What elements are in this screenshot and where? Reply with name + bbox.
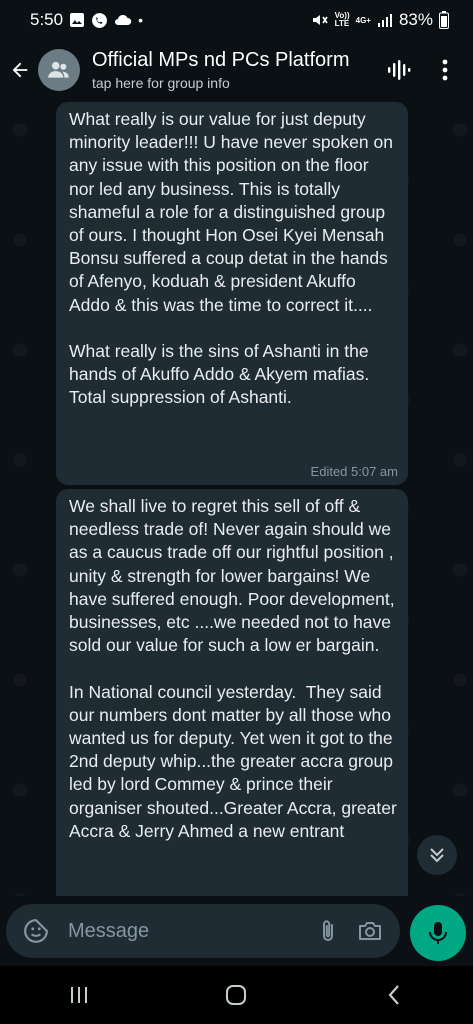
group-avatar[interactable] bbox=[38, 49, 80, 91]
notification-dot: • bbox=[138, 12, 143, 28]
whatsapp-notification-icon bbox=[91, 12, 108, 29]
system-navigation-bar bbox=[0, 966, 473, 1024]
recent-apps-button[interactable] bbox=[49, 975, 109, 1015]
message-bubble[interactable]: What really is our value for just deputy… bbox=[56, 102, 408, 485]
voice-chat-button[interactable] bbox=[381, 50, 417, 90]
message-bubble[interactable]: We shall live to regret this sell of off… bbox=[56, 489, 408, 896]
back-button[interactable] bbox=[6, 50, 34, 90]
more-options-button[interactable] bbox=[427, 50, 463, 90]
composer: Message bbox=[0, 896, 473, 966]
back-nav-button[interactable] bbox=[364, 975, 424, 1015]
gallery-notification-icon bbox=[69, 12, 85, 28]
back-arrow-icon bbox=[12, 62, 28, 78]
camera-icon bbox=[359, 922, 381, 940]
attach-icon bbox=[323, 920, 333, 941]
group-info[interactable]: Official MPs nd PCs Platform tap here fo… bbox=[92, 49, 381, 91]
message-input-container[interactable]: Message bbox=[6, 904, 400, 958]
status-time: 5:50 bbox=[30, 10, 64, 29]
voice-message-button[interactable] bbox=[410, 905, 466, 961]
voice-chat-icon bbox=[388, 60, 411, 80]
group-avatar-icon bbox=[48, 61, 69, 78]
group-subtitle: tap here for group info bbox=[92, 75, 230, 91]
message-text: What really is our value for just deputy… bbox=[69, 109, 393, 408]
chat-area[interactable]: What really is our value for just deputy… bbox=[0, 100, 473, 896]
back-chevron-icon bbox=[388, 985, 399, 1005]
network-4g-label: 4G+ bbox=[355, 15, 371, 25]
home-button[interactable] bbox=[206, 975, 266, 1015]
sticker-icon bbox=[24, 919, 48, 943]
message-meta: Edited 5:07 am bbox=[310, 464, 398, 479]
mute-icon bbox=[311, 12, 329, 28]
message-text: We shall live to regret this sell of off… bbox=[69, 496, 397, 841]
signal-icon bbox=[377, 13, 393, 27]
sticker-button[interactable] bbox=[18, 913, 54, 949]
home-icon bbox=[226, 985, 247, 1005]
more-options-icon bbox=[442, 59, 448, 81]
battery-icon bbox=[439, 11, 449, 29]
scroll-to-bottom-button[interactable] bbox=[417, 835, 457, 875]
attach-button[interactable] bbox=[310, 913, 346, 949]
network-volte-label: Vo)) LTE bbox=[334, 11, 350, 28]
recent-apps-icon bbox=[70, 987, 87, 1003]
cloud-notification-icon bbox=[114, 12, 132, 28]
status-bar: 5:50 • Vo)) LTE 4G+ 83% bbox=[0, 0, 473, 40]
double-chevron-down-icon bbox=[430, 848, 444, 863]
chat-header[interactable]: Official MPs nd PCs Platform tap here fo… bbox=[0, 40, 473, 100]
message-input[interactable]: Message bbox=[68, 920, 304, 943]
group-title: Official MPs nd PCs Platform bbox=[92, 49, 350, 71]
battery-percent: 83% bbox=[398, 10, 433, 29]
camera-button[interactable] bbox=[352, 913, 388, 949]
mic-icon bbox=[429, 922, 447, 944]
